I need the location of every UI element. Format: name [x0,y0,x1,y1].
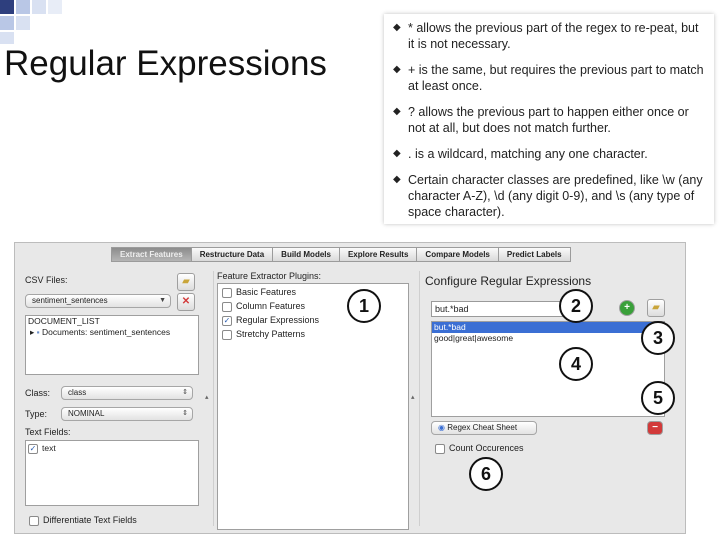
bullet-icon: ◆ [393,106,401,117]
bullet-item: ◆ * allows the previous part of the regex… [393,21,699,51]
checkbox-icon[interactable] [222,287,232,298]
csv-file-select[interactable]: sentiment_sentences ▼ [25,294,171,308]
plugin-stretchy-patterns[interactable]: Stretchy Patterns [222,329,305,340]
minus-icon: − [652,422,658,433]
plugins-label: Feature Extractor Plugins: [217,271,322,281]
bullet-icon: ◆ [393,64,401,75]
bullet-item: ◆ Certain character classes are predefine… [393,173,703,219]
open-folder-button[interactable]: ▰ [177,273,195,291]
csv-select-value: sentiment_sentences [32,296,108,305]
plus-icon: + [624,302,630,313]
resize-handle-icon[interactable]: ▴ [205,393,209,401]
plugin-column-features[interactable]: Column Features [222,301,305,312]
updown-icon: ⇕ [182,389,188,396]
type-label: Type: [25,409,48,419]
tab-compare-models[interactable]: Compare Models [417,247,499,262]
plugin-basic-features[interactable]: Basic Features [222,287,296,298]
checkbox-icon[interactable]: ✓ [28,443,38,454]
plugins-list[interactable]: Basic Features Column Features ✓ Regular … [217,283,409,530]
csv-files-label: CSV Files: [25,275,68,285]
regex-list-item[interactable]: but.*bad [432,322,664,333]
bullet-item: ◆? allows the previous part to happen ei… [393,105,689,135]
callout-6: 6 [469,457,503,491]
pane-divider[interactable] [419,271,420,526]
regex-cheat-sheet-button[interactable]: ◉ Regex Cheat Sheet [431,421,537,435]
text-field-item[interactable]: ✓ text [26,443,198,454]
tab-explore-results[interactable]: Explore Results [339,247,418,262]
regex-list-item[interactable]: good|great|awesome [432,333,664,344]
chevron-down-icon: ▼ [159,297,166,304]
help-icon: ◉ [438,423,445,432]
bullet-item: ◆. is a wildcard, matching any one chara… [393,147,648,161]
callout-5: 5 [641,381,675,415]
tree-item[interactable]: ▸ ▪ Documents: sentiment_sentences [26,327,198,338]
pane-divider[interactable] [213,271,214,526]
close-icon: ✕ [181,296,191,307]
updown-icon: ⇕ [182,410,188,417]
expand-arrow-icon: ▸ [30,327,35,337]
tab-extract-features[interactable]: Extract Features [111,247,192,262]
callout-4: 4 [559,347,593,381]
class-label: Class: [25,388,51,398]
text-fields-list[interactable]: ✓ text [25,440,199,506]
configure-title: Configure Regular Expressions [425,274,592,288]
checkbox-icon[interactable] [222,329,232,340]
checkbox-icon[interactable] [29,515,39,526]
regex-notes-card: ◆ * allows the previous part of the regex… [384,14,714,224]
checkbox-icon[interactable] [435,443,445,454]
bullet-item: ◆ + is the same, but requires the previou… [393,63,704,93]
bullet-icon: ◆ [393,174,401,185]
main-tabs: Extract Features Restructure Data Build … [111,247,571,262]
text-fields-label: Text Fields: [25,427,71,437]
callout-2: 2 [559,289,593,323]
remove-file-button[interactable]: ✕ [177,293,195,311]
tab-build-models[interactable]: Build Models [273,247,340,262]
differentiate-fields-option[interactable]: Differentiate Text Fields [29,515,137,526]
corner-decoration [0,0,64,44]
folder-icon: ▰ [652,302,660,313]
regex-input[interactable]: but.*bad [431,301,566,317]
tree-root[interactable]: DOCUMENT_LIST [26,316,198,327]
add-regex-button[interactable]: + [619,300,635,316]
callout-3: 3 [641,321,675,355]
tab-predict-labels[interactable]: Predict Labels [498,247,571,262]
callout-1: 1 [347,289,381,323]
type-select[interactable]: NOMINAL ⇕ [61,407,193,421]
folder-icon: ▰ [182,276,190,287]
bullet-icon: ◆ [393,148,401,159]
checkbox-icon[interactable] [222,301,232,312]
bullet-icon: ◆ [393,22,401,33]
plugin-regular-expressions[interactable]: ✓ Regular Expressions [222,315,319,326]
open-regex-file-button[interactable]: ▰ [647,299,665,317]
folder-icon: ▪ [36,327,40,337]
regex-list[interactable]: but.*bad good|great|awesome [431,321,665,417]
delete-regex-button[interactable]: − [647,421,663,435]
lightside-window: Extract Features Restructure Data Build … [14,242,686,534]
slide-title: Regular Expressions [4,44,327,83]
tab-restructure-data[interactable]: Restructure Data [191,247,274,262]
count-occurences-option[interactable]: Count Occurences [435,443,524,454]
document-tree[interactable]: DOCUMENT_LIST ▸ ▪ Documents: sentiment_s… [25,315,199,375]
checkbox-icon[interactable]: ✓ [222,315,232,326]
resize-handle-icon[interactable]: ▴ [411,393,415,401]
class-select[interactable]: class ⇕ [61,386,193,400]
